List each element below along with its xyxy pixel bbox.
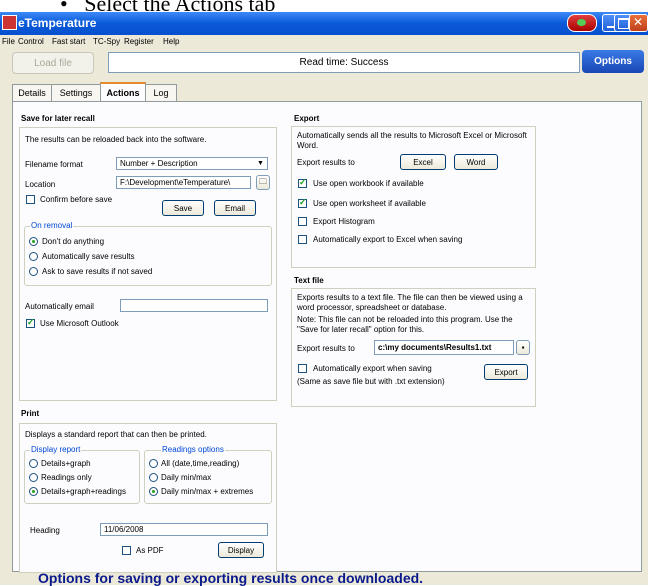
on-removal-title: On removal [30,221,74,230]
heading-field[interactable]: 11/06/2008 [100,523,268,536]
textfile-group: Exports results to a text file. The file… [291,288,536,407]
menu-file[interactable]: File [2,37,15,46]
auto-export-text-checkbox[interactable] [298,364,307,373]
read-time-status: Read time: Success [108,52,580,73]
menu-bar: File Control Fast start TC-Spy Register … [0,35,648,50]
textfile-path-field[interactable]: c:\my documents\Results1.txt [374,340,514,355]
menu-tc-spy[interactable]: TC-Spy [93,37,120,46]
radio-all-readings[interactable] [149,459,158,468]
email-button[interactable]: Email [214,200,256,216]
radio-daily-min-max-extremes-label: Daily min/max + extremes [161,487,254,496]
menu-fast-start[interactable]: Fast start [52,37,85,46]
save-disk-icon[interactable]: ▪ [516,340,530,355]
location-field[interactable]: F:\Development\eTemperature\ [116,176,251,189]
load-file-button[interactable]: Load file [12,52,94,74]
radio-daily-min-max-label: Daily min/max [161,473,212,482]
use-open-workbook-checkbox[interactable] [298,177,307,188]
radio-auto-save[interactable] [29,252,38,261]
on-removal-group: On removal Don't do anything Automatical… [24,221,272,286]
save-section-title: Save for later recall [21,114,95,123]
display-button[interactable]: Display [218,542,264,558]
export-group: Automatically sends all the results to M… [291,126,536,268]
print-section-title: Print [21,409,40,418]
radio-readings-only[interactable] [29,473,38,482]
word-button[interactable]: Word [454,154,498,170]
menu-register[interactable]: Register [124,37,154,46]
radio-details-graph-label: Details+graph [41,459,91,468]
chevron-down-icon[interactable]: ▼ [255,159,266,168]
as-pdf-label: As PDF [136,546,164,555]
auto-export-excel-label: Automatically export to Excel when savin… [313,235,463,244]
textfile-description: Exports results to a text file. The file… [297,293,523,312]
tab-actions[interactable]: Actions [100,82,146,102]
tab-log[interactable]: Log [145,84,177,101]
browse-folder-icon[interactable]: 🗀 [256,175,270,190]
export-to-label: Export results to [297,158,355,167]
radio-details-graph-readings[interactable] [29,487,38,496]
radio-daily-min-max-extremes[interactable] [149,487,158,496]
export-section-title: Export [294,114,320,123]
export-description: Automatically sends all the results to M… [297,131,527,150]
filename-format-label: Filename format [25,160,83,169]
radio-dont-do-anything[interactable] [29,237,38,246]
location-label: Location [25,180,56,189]
use-outlook-checkbox[interactable] [26,317,35,328]
radio-details-graph[interactable] [29,459,38,468]
auto-email-field[interactable] [120,299,268,312]
auto-email-label: Automatically email [25,302,94,311]
radio-all-readings-label: All (date,time,reading) [161,459,240,468]
save-description: The results can be reloaded back into th… [25,135,207,144]
confirm-before-save-label: Confirm before save [40,195,113,204]
use-open-workbook-label: Use open workbook if available [313,179,424,188]
help-icon[interactable] [567,14,597,32]
use-open-worksheet-label: Use open worksheet if available [313,199,426,208]
radio-auto-save-label: Automatically save results [42,252,135,261]
auto-export-text-label: Automatically export when saving [313,364,432,373]
radio-ask-to-save[interactable] [29,267,38,276]
display-report-title: Display report [30,445,82,454]
print-group: Displays a standard report that can then… [19,423,277,573]
window-title: eTemperature [18,16,97,30]
readings-options-title: Readings options [161,445,225,454]
confirm-before-save-checkbox[interactable] [26,195,35,204]
readings-options-group: Readings options All (date,time,reading)… [144,445,272,504]
export-histogram-checkbox[interactable] [298,217,307,226]
excel-button[interactable]: Excel [400,154,446,170]
filename-format-select[interactable]: Number + Description ▼ [116,157,268,170]
save-button[interactable]: Save [162,200,204,216]
close-icon[interactable] [629,14,648,32]
tab-settings[interactable]: Settings [51,84,101,101]
footer-caption: Options for saving or exporting results … [38,570,424,586]
title-bar: eTemperature [0,12,648,35]
use-outlook-label: Use Microsoft Outlook [40,319,119,328]
as-pdf-checkbox[interactable] [122,546,131,555]
menu-help[interactable]: Help [163,37,179,46]
options-button[interactable]: Options [582,50,644,73]
use-open-worksheet-checkbox[interactable] [298,197,307,208]
heading-label: Heading [30,526,60,535]
textfile-note: Note: This file can not be reloaded into… [297,315,513,334]
radio-details-graph-readings-label: Details+graph+readings [41,487,126,496]
textfile-export-to-label: Export results to [297,344,355,353]
filename-format-value: Number + Description [120,159,198,168]
export-text-button[interactable]: Export [484,364,528,380]
app-icon [2,15,17,30]
radio-ask-to-save-label: Ask to save results if not saved [42,267,153,276]
tab-details[interactable]: Details [12,84,52,101]
radio-readings-only-label: Readings only [41,473,92,482]
export-histogram-label: Export Histogram [313,217,375,226]
radio-daily-min-max[interactable] [149,473,158,482]
display-report-group: Display report Details+graph Readings on… [24,445,140,504]
textfile-section-title: Text file [294,276,324,285]
actions-panel: Save for later recall The results can be… [12,101,642,573]
print-description: Displays a standard report that can then… [25,430,207,439]
save-group: The results can be reloaded back into th… [19,127,277,401]
auto-export-text-sub: (Same as save file but with .txt extensi… [297,377,445,386]
radio-dont-do-anything-label: Don't do anything [42,237,105,246]
auto-export-excel-checkbox[interactable] [298,235,307,244]
menu-control[interactable]: Control [18,37,44,46]
